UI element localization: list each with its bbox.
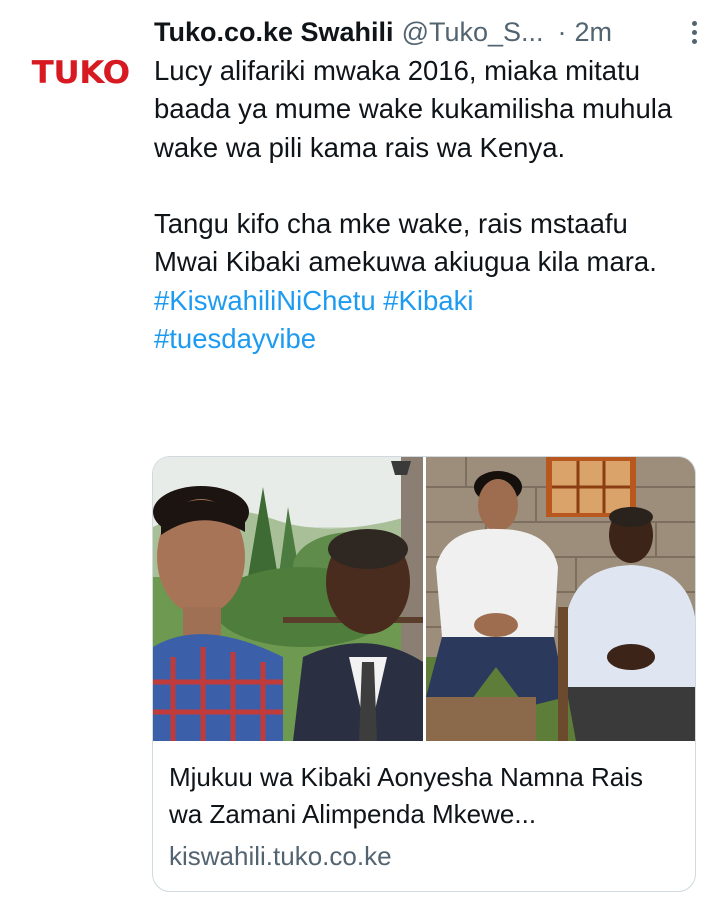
tweet-text: Lucy alifariki mwaka 2016, miaka mitatu …: [154, 52, 674, 358]
more-options-icon[interactable]: [684, 17, 704, 47]
author-handle[interactable]: @Tuko_S...: [402, 17, 544, 48]
link-preview-card[interactable]: Mjukuu wa Kibaki Aonyesha Namna Rais wa …: [152, 456, 696, 892]
hashtag-link[interactable]: #tuesdayvibe: [154, 323, 316, 354]
separator-dot: ·: [557, 16, 567, 47]
card-domain[interactable]: kiswahili.tuko.co.ke: [169, 841, 392, 872]
hashtag-line-2: #tuesdayvibe: [154, 320, 674, 358]
card-title[interactable]: Mjukuu wa Kibaki Aonyesha Namna Rais wa …: [169, 759, 681, 833]
tweet-paragraph-2: Tangu kifo cha mke wake, rais mstaafu Mw…: [154, 208, 657, 278]
avatar[interactable]: TUKO: [22, 22, 140, 124]
author-name[interactable]: Tuko.co.ke Swahili: [154, 17, 394, 48]
tweet-paragraph-1: Lucy alifariki mwaka 2016, miaka mitatu …: [154, 55, 673, 163]
photo-selfie: [153, 457, 423, 741]
tuko-logo: TUKO: [32, 55, 131, 91]
hashtag-line-1: #KiswahiliNiChetu #Kibaki: [154, 282, 674, 320]
hashtag-link[interactable]: #KiswahiliNiChetu: [154, 285, 376, 316]
tweet-header: Tuko.co.ke Swahili @Tuko_S... · 2m: [154, 12, 704, 52]
tweet-timestamp[interactable]: 2m: [575, 17, 613, 48]
hashtag-link[interactable]: #Kibaki: [383, 285, 473, 316]
photo-seated: [426, 457, 695, 741]
card-image[interactable]: [153, 457, 695, 741]
